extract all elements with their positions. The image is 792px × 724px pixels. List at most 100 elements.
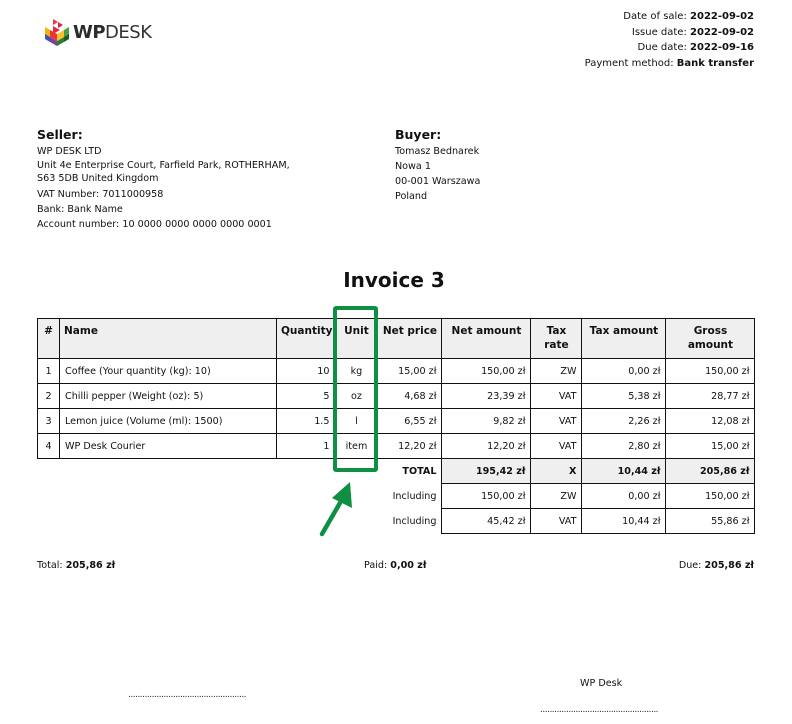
cell-unit: oz [334,383,379,409]
seller-block: Seller: WP DESK LTD Unit 4e Enterprise C… [37,127,290,232]
summary-total: Total: 205,86 zł [37,560,116,571]
col-header-unit: Unit [334,318,379,359]
cell-gross-amount: 150,00 zł [665,358,756,384]
buyer-street: Nowa 1 [395,161,431,172]
table-row: 4 WP Desk Courier 1 item 12,20 zł 12,20 … [37,433,756,459]
seller-account: Account number: 10 0000 0000 0000 0000 0… [37,219,272,230]
cell-tax-rate: ZW [530,358,583,384]
cell-num: 2 [37,383,60,409]
invoice-title: Invoice 3 [343,268,445,292]
signature-name-seller: WP Desk [580,678,623,689]
seller-address-line2: S63 5DB United Kingdom [37,173,159,184]
annotation-arrow-icon [319,482,352,537]
cell-tax-rate: VAT [530,408,583,434]
col-header-name: Name [59,318,277,359]
cell-unit: item [334,433,379,459]
cell-name: Chilli pepper (Weight (oz): 5) [59,383,277,409]
total-gross-amount: 205,86 zł [665,458,756,484]
buyer-block: Buyer: Tomasz Bednarek Nowa 1 00-001 War… [395,127,480,204]
col-header-net-amount: Net amount [441,318,532,359]
cell-tax-amount: 2,26 zł [581,408,667,434]
buyer-name: Tomasz Bednarek [395,146,480,157]
wpdesk-logo: WPDESK [44,16,154,48]
date-of-sale: Date of sale: 2022-09-02 [623,11,754,22]
summary-paid: Paid: 0,00 zł [364,560,427,571]
cell-quantity: 5 [275,383,336,409]
total-tax-amount: 10,44 zł [581,458,667,484]
cell-net-amount: 12,20 zł [441,433,532,459]
including-row: Including 150,00 zł ZW 0,00 zł 150,00 zł [38,483,756,509]
invoice-meta: Date of sale: 2022-09-02 Issue date: 202… [585,9,754,71]
buyer-country: Poland [395,191,428,202]
seller-vat: VAT Number: 7011000958 [37,189,164,200]
including-gross-amount: 150,00 zł [665,483,756,509]
cell-quantity: 10 [275,358,336,384]
cell-net-amount: 150,00 zł [441,358,532,384]
including-gross-amount: 55,86 zł [665,508,756,534]
including-tax-amount: 0,00 zł [581,483,667,509]
cell-quantity: 1 [275,433,336,459]
summary-due: Due: 205,86 zł [678,560,754,571]
cell-name: Lemon juice (Volume (ml): 1500) [59,408,277,434]
table-row: 3 Lemon juice (Volume (ml): 1500) 1.5 l … [37,408,756,434]
seller-bank: Bank: Bank Name [37,204,123,215]
including-tax-amount: 10,44 zł [581,508,667,534]
including-net-amount: 150,00 zł [441,483,532,509]
total-tax-rate: X [530,458,583,484]
cell-net-price: 12,20 zł [377,433,443,459]
cell-tax-rate: VAT [530,383,583,409]
col-header-quantity: Quantity [275,318,336,359]
payment-method: Payment method: Bank transfer [584,57,754,69]
cell-num: 4 [37,433,60,459]
including-net-amount: 45,42 zł [441,508,532,534]
total-label: TOTAL [377,458,443,484]
cell-name: WP Desk Courier [59,433,277,459]
issue-date: Issue date: 2022-09-02 [631,26,754,38]
col-header-net-price: Net price [377,318,443,359]
table-row: 1 Coffee (Your quantity (kg): 10) 10 kg … [37,358,756,384]
buyer-heading: Buyer: [395,127,442,142]
cell-gross-amount: 15,00 zł [665,433,756,459]
col-header-tax-amount: Tax amount [581,318,667,359]
seller-name: WP DESK LTD [37,146,102,157]
seller-heading: Seller: [37,127,83,142]
total-row: TOTAL 195,42 zł X 10,44 zł 205,86 zł [38,458,756,484]
cell-tax-amount: 2,80 zł [581,433,667,459]
cell-gross-amount: 12,08 zł [665,408,756,434]
cell-net-price: 4,68 zł [377,383,443,409]
cell-net-price: 15,00 zł [377,358,443,384]
cell-gross-amount: 28,77 zł [665,383,756,409]
cell-quantity: 1.5 [275,408,336,434]
wpdesk-logo-icon [45,19,69,46]
cell-unit: l [334,408,379,434]
table-row: 2 Chilli pepper (Weight (oz): 5) 5 oz 4,… [37,383,756,409]
table-header-row: # Name Quantity Unit Net price Net amoun… [37,318,756,359]
including-tax-rate: VAT [530,508,583,534]
cell-net-amount: 9,82 zł [441,408,532,434]
cell-net-amount: 23,39 zł [441,383,532,409]
cell-tax-rate: VAT [530,433,583,459]
cell-name: Coffee (Your quantity (kg): 10) [59,358,277,384]
cell-num: 1 [37,358,60,384]
invoice-items-table: # Name Quantity Unit Net price Net amoun… [37,318,756,534]
wpdesk-wordmark: WPDESK [73,21,152,43]
including-label: Including [377,483,443,509]
cell-net-price: 6,55 zł [377,408,443,434]
including-label: Including [377,508,443,534]
signature-line-buyer: ........................................… [128,690,247,700]
including-row: Including 45,42 zł VAT 10,44 zł 55,86 zł [38,508,756,534]
cell-num: 3 [37,408,60,434]
including-tax-rate: ZW [530,483,583,509]
cell-unit: kg [334,358,379,384]
total-net-amount: 195,42 zł [441,458,532,484]
signature-line-seller: ........................................… [540,705,659,715]
col-header-tax-rate: Tax rate [530,318,583,359]
seller-address-line1: Unit 4e Enterprise Court, Farfield Park,… [37,160,290,171]
cell-tax-amount: 0,00 zł [581,358,667,384]
buyer-city: 00-001 Warszawa [395,176,481,187]
due-date: Due date: 2022-09-16 [637,42,754,53]
col-header-num: # [37,318,60,359]
seller-address: Unit 4e Enterprise Court, Farfield Park,… [37,159,290,185]
cell-tax-amount: 5,38 zł [581,383,667,409]
col-header-gross-amount: Gross amount [665,318,756,359]
